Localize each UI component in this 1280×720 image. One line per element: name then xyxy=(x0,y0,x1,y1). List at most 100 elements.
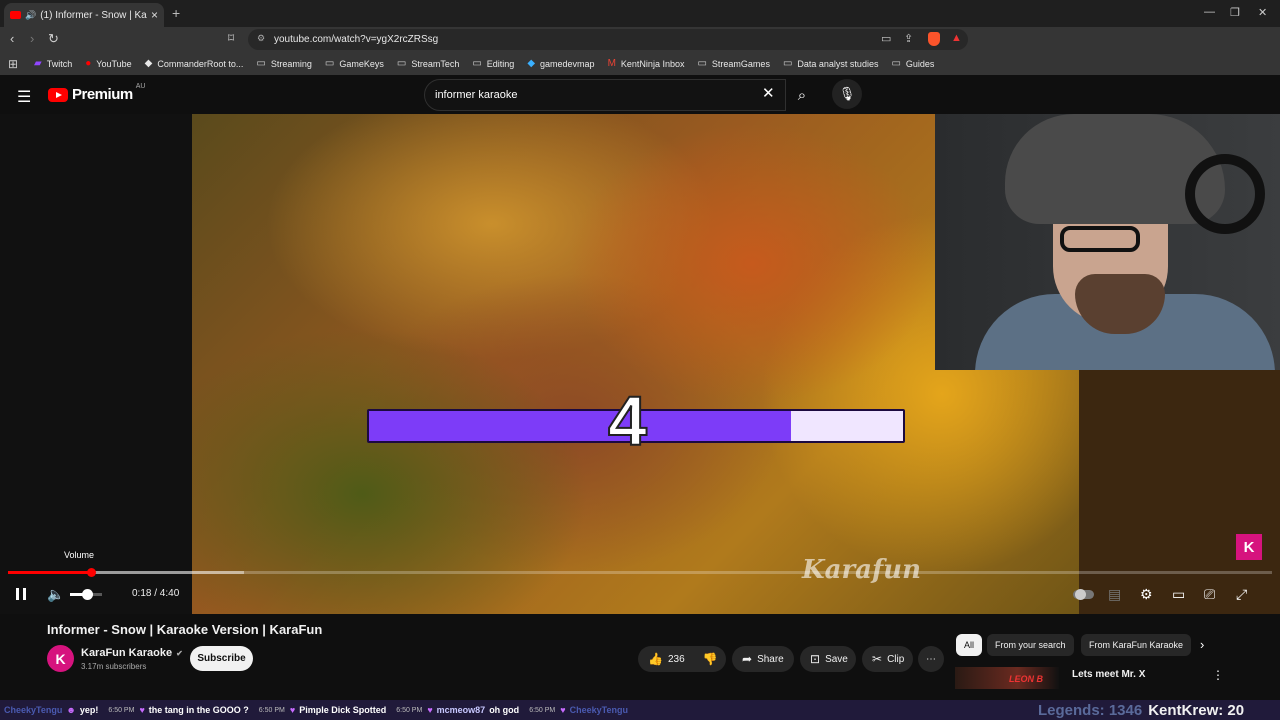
search-button[interactable]: ⌕ xyxy=(786,79,818,111)
chat-text: oh god xyxy=(489,705,520,715)
bookmark-gamekeys[interactable]: ▭ GameKeys xyxy=(325,58,384,69)
chevron-right-icon[interactable]: › xyxy=(1200,637,1204,652)
chat-message: 6:50 PM ♥ mcmeow87 oh god xyxy=(396,705,519,715)
recommended-title[interactable]: Lets meet Mr. X xyxy=(1072,669,1145,680)
brave-rewards-icon[interactable]: ▲ xyxy=(951,32,962,44)
tab-title: (1) Informer - Snow | Karaoke xyxy=(40,9,147,21)
close-window-icon[interactable]: ✕ xyxy=(1258,6,1267,19)
bookmark-streamtech[interactable]: ▭ StreamTech xyxy=(397,58,459,69)
clip-button[interactable]: ✂ Clip xyxy=(862,646,913,672)
video-player[interactable]: 4 Karafun K Volume 🔈 0:18 / 4:40 ▤ ⚙ ▭ ⎚… xyxy=(0,114,1280,614)
chat-message: 6:50 PM ♥ CheekyTengu xyxy=(529,705,632,715)
recommended-thumbnail[interactable]: LEON B xyxy=(955,667,1059,689)
thumbnail-text: LEON B xyxy=(1009,674,1044,684)
pause-icon[interactable] xyxy=(16,588,26,600)
like-count[interactable]: 236 xyxy=(668,654,685,665)
folder-icon: ▭ xyxy=(782,58,793,69)
autoplay-toggle[interactable] xyxy=(1073,589,1094,600)
cast-tab-icon[interactable]: ▭ xyxy=(881,32,891,45)
subtitles-icon[interactable]: ▤ xyxy=(1108,586,1121,603)
clear-search-icon[interactable]: ✕ xyxy=(762,84,775,102)
progress-bar[interactable] xyxy=(8,571,1272,574)
video-title: Informer - Snow | Karaoke Version | Kara… xyxy=(47,622,323,637)
streamer-webcam-overlay xyxy=(935,114,1280,370)
heart-icon: ♥ xyxy=(139,705,145,715)
theater-mode-icon[interactable]: ▭ xyxy=(1172,586,1185,603)
fullscreen-icon[interactable]: ⤢ xyxy=(1236,586,1247,603)
more-icon: ⋯ xyxy=(926,653,936,665)
bookmark-data-analyst-studies[interactable]: ▭ Data analyst studies xyxy=(783,58,879,69)
badge-icon: ☻ xyxy=(66,705,76,715)
chat-message: 6:50 PM ♥ Pimple Dick Spotted xyxy=(259,705,386,715)
forward-icon[interactable]: › xyxy=(30,31,34,46)
like-icon[interactable]: 👍 xyxy=(648,652,663,666)
heart-icon: ♥ xyxy=(427,705,433,715)
share-page-icon[interactable]: ⇪ xyxy=(904,32,913,45)
heart-icon: ♥ xyxy=(289,705,296,715)
youtube-icon: ● xyxy=(85,58,92,69)
new-tab-icon[interactable]: + xyxy=(172,5,180,21)
bookmark-youtube[interactable]: ● YouTube xyxy=(85,58,131,69)
channel-name[interactable]: KaraFun Karaoke ✔ xyxy=(81,647,183,659)
browser-tab[interactable]: 🔊 (1) Informer - Snow | Karaoke × xyxy=(4,3,164,27)
chat-text: the tang in the GOOO ? xyxy=(148,705,249,715)
chat-time: 6:50 PM xyxy=(396,706,423,714)
chat-text: Pimple Dick Spotted xyxy=(299,705,387,715)
heart-icon: ♥ xyxy=(560,705,566,715)
gmail-icon: M xyxy=(607,58,616,69)
played-bar xyxy=(8,571,89,574)
share-button[interactable]: ➦ Share xyxy=(732,646,794,672)
channel-avatar[interactable]: K xyxy=(47,645,74,672)
bookmark-editing[interactable]: ▭ Editing xyxy=(472,58,514,69)
microphone-icon: 🎙 xyxy=(838,86,856,101)
youtube-premium-logo[interactable]: Premium AU xyxy=(48,83,145,103)
chat-time: 6:50 PM xyxy=(108,706,135,714)
maximize-icon[interactable]: ❐ xyxy=(1230,6,1240,19)
voice-search-button[interactable]: 🎙 xyxy=(832,79,862,109)
settings-icon[interactable]: ⚙ xyxy=(1140,586,1153,603)
youtube-favicon-icon xyxy=(10,11,21,19)
apps-grid-icon[interactable]: ⊞ xyxy=(8,57,18,71)
folder-icon: ▭ xyxy=(697,58,707,69)
subscribe-button[interactable]: Subscribe xyxy=(190,646,253,671)
save-icon: ⊡ xyxy=(810,652,821,666)
chat-message: 6:50 PM ♥ the tang in the GOOO ? xyxy=(108,705,248,715)
channel-watermark-badge[interactable]: K xyxy=(1236,534,1262,560)
search-input-value: informer karaoke xyxy=(435,89,518,101)
reload-icon[interactable]: ↻ xyxy=(48,31,59,47)
chip-from-your-search[interactable]: From your search xyxy=(987,634,1074,656)
minimize-icon[interactable]: — xyxy=(1204,6,1215,18)
volume-tooltip: Volume xyxy=(64,550,95,560)
back-icon[interactable]: ‹ xyxy=(10,31,14,46)
stream-stats: Legends: 1346 KentKrew: 20 xyxy=(1038,700,1245,720)
countdown-number: 4 xyxy=(607,382,648,460)
address-bar[interactable]: ⚙ youtube.com/watch?v=ygX2rcZRSsg xyxy=(248,29,968,50)
save-button[interactable]: ⊡ Save xyxy=(800,646,856,672)
subscriber-count: 3.17m subscribers xyxy=(81,662,147,671)
brave-shields-icon[interactable] xyxy=(928,32,940,46)
menu-icon[interactable]: ☰ xyxy=(17,87,31,107)
search-input[interactable]: informer karaoke xyxy=(424,79,786,111)
audio-playing-icon[interactable]: 🔊 xyxy=(25,10,36,21)
site-info-icon[interactable]: ⚙ xyxy=(257,33,265,44)
chip-all[interactable]: All xyxy=(956,634,983,656)
cast-icon[interactable]: ⎚ xyxy=(1204,586,1215,603)
volume-icon[interactable]: 🔈 xyxy=(47,586,64,603)
bookmark-twitch[interactable]: ▰ Twitch xyxy=(34,58,72,69)
bookmark-page-icon[interactable]: ⌑ xyxy=(228,31,234,45)
chip-from-karafun[interactable]: From KaraFun Karaoke xyxy=(1081,634,1191,656)
more-actions-button[interactable]: ⋯ xyxy=(918,646,944,672)
bookmark-gamedevmap[interactable]: ◆ gamedevmap xyxy=(527,58,594,69)
bookmark-streaming[interactable]: ▭ Streaming xyxy=(256,58,311,69)
bookmark-commanderroot[interactable]: ◆ CommanderRoot to... xyxy=(145,58,244,69)
dislike-icon[interactable]: 👎 xyxy=(703,652,718,666)
volume-knob[interactable] xyxy=(82,589,93,600)
bookmark-streamgames[interactable]: ▭ StreamGames xyxy=(697,58,769,69)
webcam-headphones xyxy=(1185,154,1265,234)
bookmark-guides[interactable]: ▭ Guides xyxy=(891,58,934,69)
bookmark-kentninja-inbox[interactable]: M KentNinja Inbox xyxy=(608,58,685,69)
recommended-more-icon[interactable]: ⋮ xyxy=(1212,668,1224,682)
progress-scrubber[interactable] xyxy=(87,568,96,577)
legends-count: Legends: 1346 xyxy=(1038,701,1143,719)
tab-close-icon[interactable]: × xyxy=(151,8,158,22)
